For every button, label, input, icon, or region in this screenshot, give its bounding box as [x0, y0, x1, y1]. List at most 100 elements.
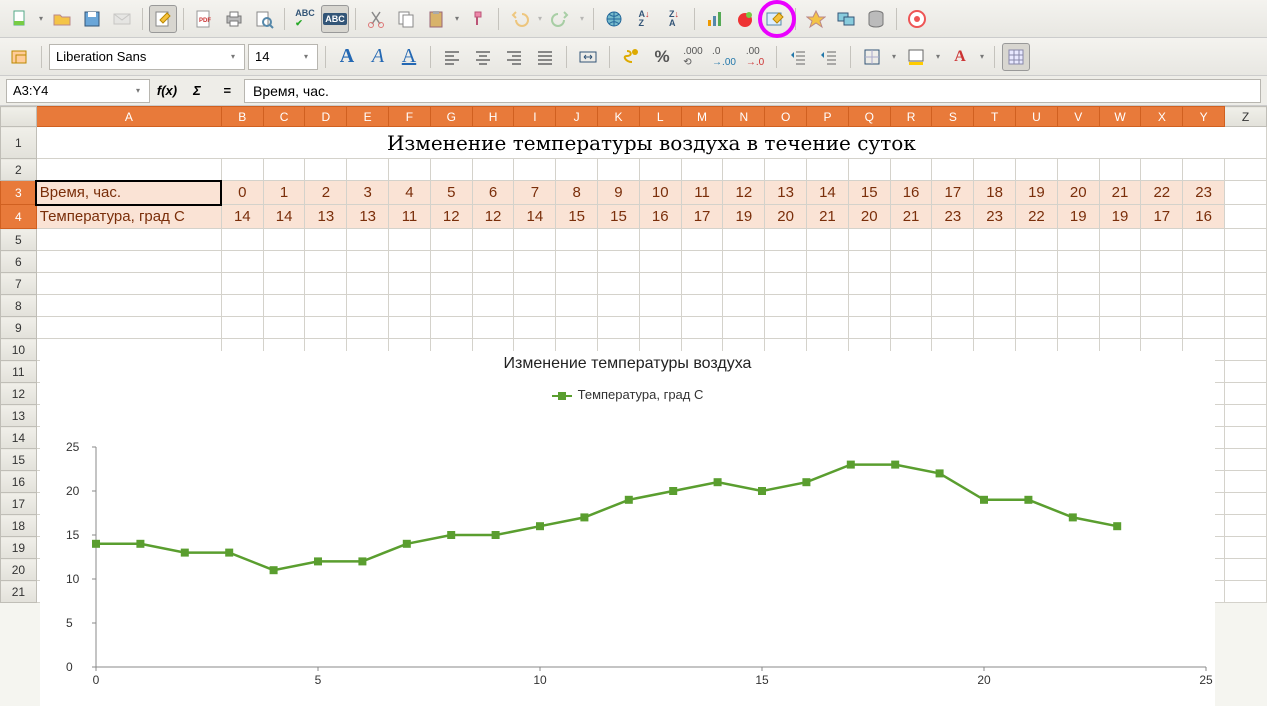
row-header-1[interactable]: 1 — [1, 127, 37, 159]
bg-color-icon[interactable] — [902, 43, 930, 71]
cell[interactable] — [890, 273, 932, 295]
cell[interactable]: 9 — [598, 181, 640, 205]
cell[interactable]: 14 — [263, 205, 305, 229]
cell[interactable] — [389, 317, 431, 339]
cell[interactable] — [514, 159, 556, 181]
cell[interactable] — [723, 273, 765, 295]
cell[interactable] — [514, 317, 556, 339]
cell[interactable] — [1225, 493, 1267, 515]
cell[interactable] — [1016, 273, 1058, 295]
cell[interactable]: 23 — [974, 205, 1016, 229]
cell[interactable] — [263, 295, 305, 317]
cell[interactable] — [1141, 159, 1183, 181]
cell[interactable] — [890, 229, 932, 251]
font-name-select[interactable]: Liberation Sans▾ — [49, 44, 245, 70]
sort-desc-icon[interactable]: Z↓A — [660, 5, 688, 33]
cell[interactable] — [36, 273, 221, 295]
font-color-dropdown[interactable]: ▾ — [977, 52, 987, 61]
cell[interactable] — [765, 317, 807, 339]
cell[interactable] — [221, 295, 263, 317]
data-sources-icon[interactable] — [862, 5, 890, 33]
cell[interactable] — [1141, 229, 1183, 251]
col-header-M[interactable]: M — [681, 107, 723, 127]
cell[interactable]: 23 — [932, 205, 974, 229]
title-cell[interactable]: Изменение температуры воздуха в течение … — [36, 127, 1266, 159]
cell[interactable] — [514, 251, 556, 273]
col-header-V[interactable]: V — [1057, 107, 1099, 127]
cell[interactable] — [1099, 229, 1141, 251]
cell[interactable]: 23 — [1183, 181, 1225, 205]
cell[interactable]: 19 — [1099, 205, 1141, 229]
row-header-12[interactable]: 12 — [1, 383, 37, 405]
styles-icon[interactable] — [6, 43, 34, 71]
cell[interactable] — [1141, 317, 1183, 339]
grid-lines-icon[interactable] — [1002, 43, 1030, 71]
format-paintbrush-icon[interactable] — [464, 5, 492, 33]
cell[interactable]: 4 — [389, 181, 431, 205]
function-wizard-icon[interactable]: f(x) — [154, 79, 180, 103]
cell[interactable] — [1183, 295, 1225, 317]
number-format-icon[interactable]: .000⟲ — [679, 43, 707, 71]
formula-input[interactable]: Время, час. — [244, 79, 1261, 103]
col-header-P[interactable]: P — [807, 107, 849, 127]
cell[interactable] — [221, 251, 263, 273]
cell[interactable]: 7 — [514, 181, 556, 205]
cell[interactable]: 19 — [723, 205, 765, 229]
cell[interactable] — [890, 251, 932, 273]
font-size-select[interactable]: 14▾ — [248, 44, 318, 70]
bold-icon[interactable]: A — [333, 43, 361, 71]
cell[interactable]: 16 — [1183, 205, 1225, 229]
cell[interactable] — [807, 251, 849, 273]
row-header-3[interactable]: 3 — [1, 181, 37, 205]
cell[interactable] — [1183, 229, 1225, 251]
cell[interactable] — [514, 295, 556, 317]
redo-icon[interactable] — [547, 5, 575, 33]
redo-dropdown[interactable]: ▾ — [577, 14, 587, 23]
row-header-18[interactable]: 18 — [1, 515, 37, 537]
cell[interactable]: 16 — [639, 205, 681, 229]
cell[interactable]: 11 — [681, 181, 723, 205]
add-decimal-icon[interactable]: .0→.00 — [710, 43, 738, 71]
cell[interactable]: 8 — [556, 181, 598, 205]
col-header-J[interactable]: J — [556, 107, 598, 127]
cell[interactable] — [305, 317, 347, 339]
col-header-F[interactable]: F — [389, 107, 431, 127]
save-icon[interactable] — [78, 5, 106, 33]
cell[interactable] — [1099, 317, 1141, 339]
col-header-L[interactable]: L — [639, 107, 681, 127]
cell[interactable] — [848, 251, 890, 273]
cell[interactable]: 13 — [765, 181, 807, 205]
cell[interactable] — [389, 159, 431, 181]
borders-dropdown[interactable]: ▾ — [889, 52, 899, 61]
cell[interactable] — [389, 229, 431, 251]
cell[interactable] — [1057, 273, 1099, 295]
col-header-U[interactable]: U — [1016, 107, 1058, 127]
cell[interactable] — [807, 273, 849, 295]
cell[interactable] — [848, 273, 890, 295]
col-header-C[interactable]: C — [263, 107, 305, 127]
cell[interactable] — [305, 295, 347, 317]
cell[interactable] — [932, 159, 974, 181]
sort-asc-icon[interactable]: A↓Z — [630, 5, 658, 33]
cell[interactable] — [347, 317, 389, 339]
cell[interactable] — [1225, 405, 1267, 427]
cell[interactable] — [556, 159, 598, 181]
cell[interactable] — [472, 229, 514, 251]
cell[interactable] — [932, 251, 974, 273]
cell[interactable] — [639, 229, 681, 251]
cell[interactable] — [1057, 229, 1099, 251]
cell[interactable] — [639, 295, 681, 317]
cell[interactable]: 1 — [263, 181, 305, 205]
cell[interactable] — [1183, 317, 1225, 339]
cell[interactable] — [598, 317, 640, 339]
cell[interactable]: 13 — [347, 205, 389, 229]
cell[interactable] — [765, 229, 807, 251]
cell[interactable] — [221, 273, 263, 295]
col-header-E[interactable]: E — [347, 107, 389, 127]
cell[interactable] — [1225, 559, 1267, 581]
cell[interactable] — [263, 273, 305, 295]
row-header-11[interactable]: 11 — [1, 361, 37, 383]
cell[interactable] — [807, 229, 849, 251]
cell[interactable] — [1225, 471, 1267, 493]
col-header-A[interactable]: A — [36, 107, 221, 127]
